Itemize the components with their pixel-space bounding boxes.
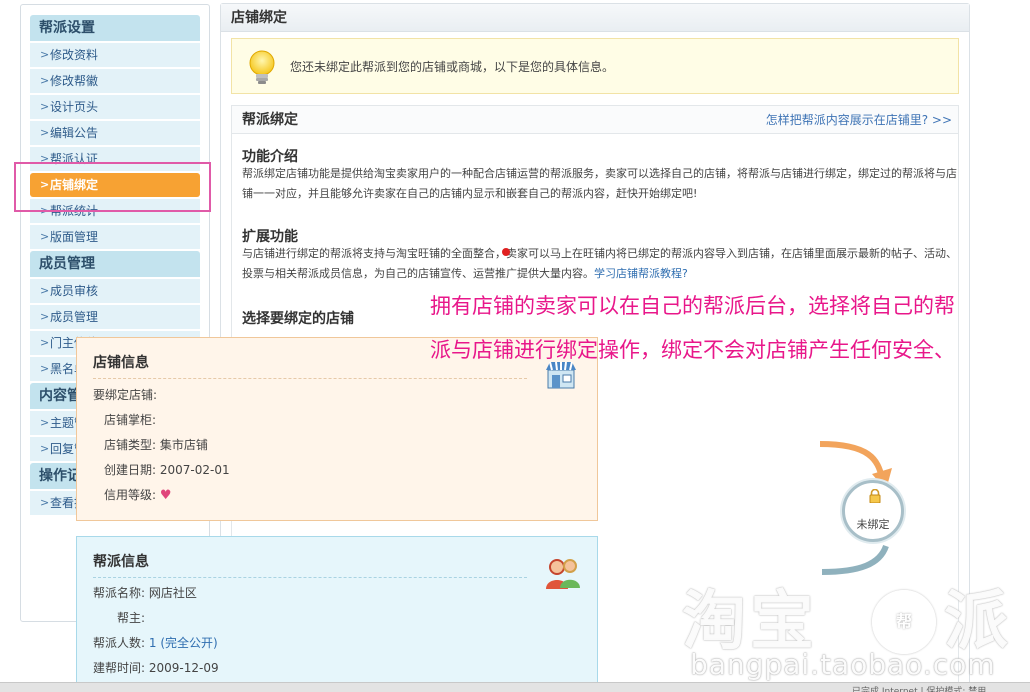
field-label: 帮派人数: [93, 636, 146, 650]
field-label: 信用等级: [104, 488, 157, 502]
field-label: 帮主: [117, 611, 146, 625]
lock-icon [869, 489, 881, 503]
field-store-type: 店铺类型: 集市店铺 [104, 436, 208, 453]
nav-label: 修改帮徽 [50, 74, 99, 88]
chevron-right-icon: > [40, 496, 50, 509]
chevron-right-icon: > [40, 284, 50, 297]
nav-board-management[interactable]: > 版面管理 [30, 225, 200, 249]
chevron-right-icon: > [40, 48, 50, 61]
page-title: 店铺绑定 [221, 4, 969, 32]
chevron-right-icon: > [40, 126, 50, 139]
nav-member-review[interactable]: > 成员审核 [30, 279, 200, 303]
field-credit-level: 信用等级: ♥ [104, 486, 172, 503]
field-created-date: 创建日期: 2007-02-01 [104, 461, 230, 478]
double-chevron-icon: >> [931, 113, 952, 127]
section-title-crew-settings: 帮派设置 [30, 15, 200, 41]
divider [93, 378, 527, 379]
field-label: 店铺掌柜: [104, 413, 157, 427]
field-store-owner: 店铺掌柜: [104, 411, 156, 428]
field-label: 帮派名称: [93, 586, 146, 600]
overlay-caption-line-1: 拥有店铺的卖家可以在自己的帮派后台，选择将自己的帮 [430, 294, 955, 318]
nav-design-header[interactable]: > 设计页头 [30, 95, 200, 119]
field-label: 店铺类型: [104, 438, 157, 452]
chevron-right-icon: > [40, 362, 50, 375]
divider [93, 577, 527, 578]
nav-label: 版面管理 [50, 230, 99, 244]
field-value: 1 (完全公开) [148, 636, 218, 650]
chevron-right-icon: > [40, 336, 50, 349]
store-icon [546, 361, 576, 389]
intro-title: 功能介绍 [242, 149, 298, 165]
store-info-card: 店铺信息 要绑定店铺: 店铺掌柜: 店铺类型: 集市店铺 创建日期: 2007-… [76, 337, 598, 521]
sidebar: 帮派设置 > 修改资料 > 修改帮徽 > 设计页头 > 编辑公告 > 帮派认证 > 店铺绑定… [20, 4, 210, 622]
field-value: 2009-12-09 [148, 661, 219, 675]
store-card-title: 店铺信息 [93, 355, 149, 371]
field-value: 网店社区 [148, 586, 197, 600]
crew-info-card: 帮派信息 帮派名称: 网店社区 帮主: 帮派人数: 1 (完全公开) 建帮时间:… [76, 536, 598, 692]
field-crew-leader: 帮主: [117, 609, 145, 626]
chevron-right-icon: > [40, 74, 50, 87]
chevron-right-icon: > [40, 310, 50, 323]
field-target-store: 要绑定店铺: [93, 386, 157, 403]
watermark-circle: 帮 [872, 590, 936, 654]
overlay-caption-line-2: 派与店铺进行绑定操作，绑定不会对店铺产生任何安全、 [430, 338, 955, 362]
binding-title-text: 帮派绑定 [242, 112, 298, 128]
section-title-member-management: 成员管理 [30, 251, 200, 277]
field-label: 建帮时间: [93, 661, 146, 675]
highlight-frame [14, 162, 211, 212]
nav-edit-announcement[interactable]: > 编辑公告 [30, 121, 200, 145]
nav-edit-badge[interactable]: > 修改帮徽 [30, 69, 200, 93]
field-value: 2007-02-01 [159, 463, 230, 477]
lightbulb-icon [249, 50, 275, 84]
cursor-dot [502, 248, 510, 256]
nav-label: 编辑公告 [50, 126, 99, 140]
notice-text: 您还未绑定此帮派到您的店铺或商城，以下是您的具体信息。 [290, 60, 615, 74]
chevron-right-icon: > [40, 230, 50, 243]
status-bar-text: 已完成 Internet | 保护模式: 禁用 [852, 687, 987, 692]
field-crew-created: 建帮时间: 2009-12-09 [93, 659, 219, 676]
binding-title: 帮派绑定 怎样把帮派内容展示在店铺里? >> [232, 106, 958, 134]
unbound-badge: 未绑定 [842, 480, 904, 542]
nav-label: 修改资料 [50, 48, 99, 62]
extension-title: 扩展功能 [242, 229, 298, 245]
tutorial-link[interactable]: 学习店铺帮派教程? [594, 267, 688, 280]
help-link[interactable]: 怎样把帮派内容展示在店铺里? >> [766, 106, 952, 134]
extension-paragraph: 与店铺进行绑定的帮派将支持与淘宝旺铺的全面整合，卖家可以马上在旺铺内将已绑定的帮… [242, 244, 957, 284]
watermark-url: bangpai.taobao.com [690, 648, 996, 681]
nav-label: 设计页头 [50, 100, 99, 114]
help-link-text: 怎样把帮派内容展示在店铺里? [765, 113, 929, 127]
crew-card-title: 帮派信息 [93, 554, 149, 570]
field-label: 创建日期: [104, 463, 157, 477]
chevron-right-icon: > [40, 416, 50, 429]
chevron-right-icon: > [40, 442, 50, 455]
nav-label: 成员审核 [50, 284, 99, 298]
unbound-text: 未绑定 [856, 518, 890, 531]
field-crew-size: 帮派人数: 1 (完全公开) [93, 634, 218, 651]
nav-edit-profile[interactable]: > 修改资料 [30, 43, 200, 67]
notice-box: 您还未绑定此帮派到您的店铺或商城，以下是您的具体信息。 [231, 38, 959, 94]
people-icon [546, 559, 580, 589]
field-value: 集市店铺 [159, 438, 208, 452]
intro-text: 帮派绑定店铺功能是提供给淘宝卖家用户的一种配合店铺运营的帮派服务，卖家可以选择自… [242, 167, 957, 200]
chevron-right-icon: > [40, 100, 50, 113]
field-crew-name: 帮派名称: 网店社区 [93, 584, 197, 601]
field-label: 要绑定店铺: [93, 388, 158, 402]
heart-icon: ♥ [159, 488, 172, 503]
nav-member-management[interactable]: > 成员管理 [30, 305, 200, 329]
nav-label: 成员管理 [50, 310, 99, 324]
choose-store-title: 选择要绑定的店铺 [242, 311, 354, 327]
